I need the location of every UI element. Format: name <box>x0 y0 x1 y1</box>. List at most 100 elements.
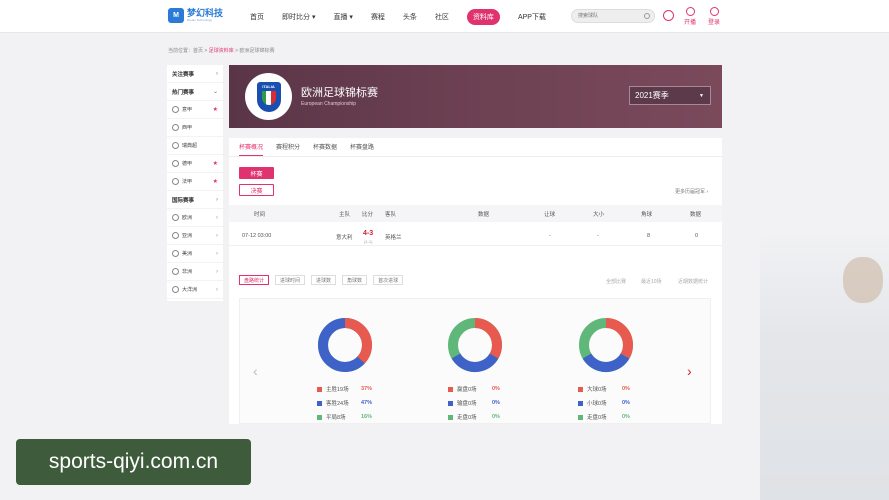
league-icon <box>172 142 179 149</box>
globe-icon <box>172 268 179 275</box>
league-icon <box>172 124 179 131</box>
filter-last-10[interactable]: 最近10场 <box>641 278 662 285</box>
sidebar-item-ligue-1[interactable]: 法甲 ★ <box>167 173 223 191</box>
tab-schedule-standings[interactable]: 赛程积分 <box>276 142 300 156</box>
tab-cup-odds[interactable]: 杯赛盘路 <box>350 142 374 156</box>
sidebar-item-bundesliga[interactable]: 德甲 ★ <box>167 155 223 173</box>
chevron-right-icon: › <box>216 286 218 293</box>
filter-odds-stats[interactable]: 盘路统计 <box>239 275 270 285</box>
star-icon[interactable]: ★ <box>213 106 218 113</box>
col-data2: 数据 <box>690 212 702 218</box>
legend-item: 走盘0场 0% <box>448 410 500 424</box>
sidebar-item-europe[interactable]: 欧洲 › <box>167 209 223 227</box>
col-away: 客队 <box>385 212 397 218</box>
nav-home[interactable]: 首页 <box>250 12 264 22</box>
breadcrumb-current: 欧洲足球锦标赛 <box>239 48 275 54</box>
tab-cup-data[interactable]: 杯赛数据 <box>313 142 337 156</box>
sidebar-item-africa[interactable]: 非洲 › <box>167 263 223 281</box>
sidebar-item-oceania[interactable]: 大洋洲 › <box>167 281 223 299</box>
table-header: 时间 主队 比分 客队 数据 让球 大小 角球 数据 <box>229 205 722 222</box>
logo-badge: M <box>168 8 184 23</box>
chevron-right-icon: › <box>216 250 218 257</box>
open-stream-button[interactable]: 开播 <box>684 7 696 26</box>
team-crest: ITALIA <box>245 73 292 120</box>
sidebar-item-international[interactable]: 国际赛事 › <box>167 191 223 209</box>
tab-overview[interactable]: 杯赛概况 <box>239 142 264 156</box>
legend-handicap: 赢盘0场 0% 输盘0场 0% 走盘0场 0% <box>448 382 500 424</box>
nav-community[interactable]: 社区 <box>435 12 449 22</box>
chevron-right-icon[interactable]: › <box>687 363 692 379</box>
italia-shield-icon: ITALIA <box>256 81 281 112</box>
cell-home[interactable]: 意大利 <box>336 233 353 241</box>
flag-icon <box>261 90 276 105</box>
legend-item: 大球0场 0% <box>578 382 630 396</box>
stage-final-button[interactable]: 决赛 <box>239 184 274 196</box>
sidebar-item-followed[interactable]: 关注赛事 › <box>167 65 223 83</box>
filter-corners[interactable]: 角球数 <box>342 275 368 285</box>
logo-cn: 梦幻科技 <box>187 8 224 18</box>
nav-headlines[interactable]: 头条 <box>403 12 417 22</box>
search-icon[interactable] <box>644 13 650 19</box>
stage-cup-button[interactable]: 杯赛 <box>239 167 274 179</box>
chevron-right-icon: › <box>216 214 218 221</box>
sidebar-item-asia[interactable]: 亚洲 › <box>167 227 223 245</box>
filter-goal-count[interactable]: 进球数 <box>311 275 337 285</box>
competition-title: 欧洲足球锦标赛 <box>301 87 378 99</box>
sidebar-item-americas[interactable]: 美洲 › <box>167 245 223 263</box>
search-input[interactable] <box>572 10 638 22</box>
sidebar-item-allsvenskan[interactable]: 瑞典超 <box>167 137 223 155</box>
sidebar-item-serie-a[interactable]: 意甲 ★ <box>167 101 223 119</box>
chevron-right-icon: › <box>216 196 218 203</box>
globe-icon <box>172 286 179 293</box>
sidebar-item-la-liga[interactable]: 西甲 <box>167 119 223 137</box>
filter-goal-time[interactable]: 进球时间 <box>275 275 306 285</box>
globe-icon <box>172 232 179 239</box>
nav-app-download[interactable]: APP下载 <box>518 12 546 22</box>
legend-item: 赢盘0场 0% <box>448 382 500 396</box>
sidebar-item-hot[interactable]: 热门赛事 ⌄ <box>167 83 223 101</box>
filter-all-matches[interactable]: 全部比赛 <box>606 278 626 285</box>
star-icon[interactable]: ★ <box>213 178 218 185</box>
history-champions-link[interactable]: 更多历届冠军 › <box>675 188 708 195</box>
col-data: 数据 <box>478 212 490 218</box>
caret-down-icon: ▼ <box>699 92 704 99</box>
nav-schedule[interactable]: 赛程 <box>371 12 385 22</box>
login-button[interactable]: 登录 <box>708 7 720 26</box>
cell-away[interactable]: 英格兰 <box>385 233 402 241</box>
season-select[interactable]: 2021赛季 ▼ <box>629 86 711 105</box>
globe-icon <box>172 214 179 221</box>
nav-live-stream[interactable]: 直播 ▾ <box>333 12 352 22</box>
chevron-right-icon: › <box>216 232 218 239</box>
legend-item: 输盘0场 0% <box>448 396 500 410</box>
legend-over-under: 大球0场 0% 小球0场 0% 走盘0场 0% <box>578 382 630 424</box>
col-score: 比分 <box>362 212 374 218</box>
table-row[interactable]: 07-12 03:00 意大利 4-3 (1-1) 英格兰 - - 8 0 <box>229 226 722 246</box>
cell-handicap: - <box>549 233 551 239</box>
globe-icon <box>172 250 179 257</box>
cell-over-under: - <box>597 233 599 239</box>
legend-item: 走盘0场 0% <box>578 410 630 424</box>
filter-recent-stats[interactable]: 近期数据统计 <box>678 278 708 285</box>
notification-icon[interactable] <box>663 10 674 21</box>
user-icon <box>709 7 719 16</box>
watermark: sports-qiyi.com.cn <box>16 439 251 485</box>
nav-live-scores[interactable]: 即时比分 ▾ <box>282 12 315 22</box>
sidebar: 关注赛事 › 热门赛事 ⌄ 意甲 ★ 西甲 瑞典超 德甲 ★ 法甲 ★ 国际赛事 › 欧洲 ›… <box>167 65 223 301</box>
chevron-left-icon[interactable]: ‹ <box>253 363 258 379</box>
logo[interactable]: M 梦幻科技 Dream Technology <box>168 8 223 23</box>
cell-data2: 0 <box>695 233 699 239</box>
tab-bar: 杯赛概况 赛程积分 杯赛数据 杯赛盘路 <box>239 142 387 156</box>
col-handicap: 让球 <box>544 212 556 218</box>
chevron-right-icon: › <box>216 70 218 77</box>
nav-database[interactable]: 资料库 <box>466 8 500 25</box>
breadcrumb-library[interactable]: 足球资料库 <box>209 48 234 54</box>
chevron-down-icon: ⌄ <box>212 89 218 95</box>
logo-en: Dream Technology <box>187 18 212 22</box>
star-icon[interactable]: ★ <box>213 160 218 167</box>
player-silhouette <box>843 257 883 303</box>
top-nav: M 梦幻科技 Dream Technology 首页 即时比分 ▾ 直播 ▾ 赛… <box>0 0 889 33</box>
filter-first-goal[interactable]: 首次进球 <box>373 275 404 285</box>
breadcrumb: 当前位置：首页 > 足球资料库 > 欧洲足球锦标赛 <box>168 48 275 54</box>
breadcrumb-home[interactable]: 首页 <box>193 48 203 54</box>
cell-score[interactable]: 4-3 <box>363 230 373 237</box>
